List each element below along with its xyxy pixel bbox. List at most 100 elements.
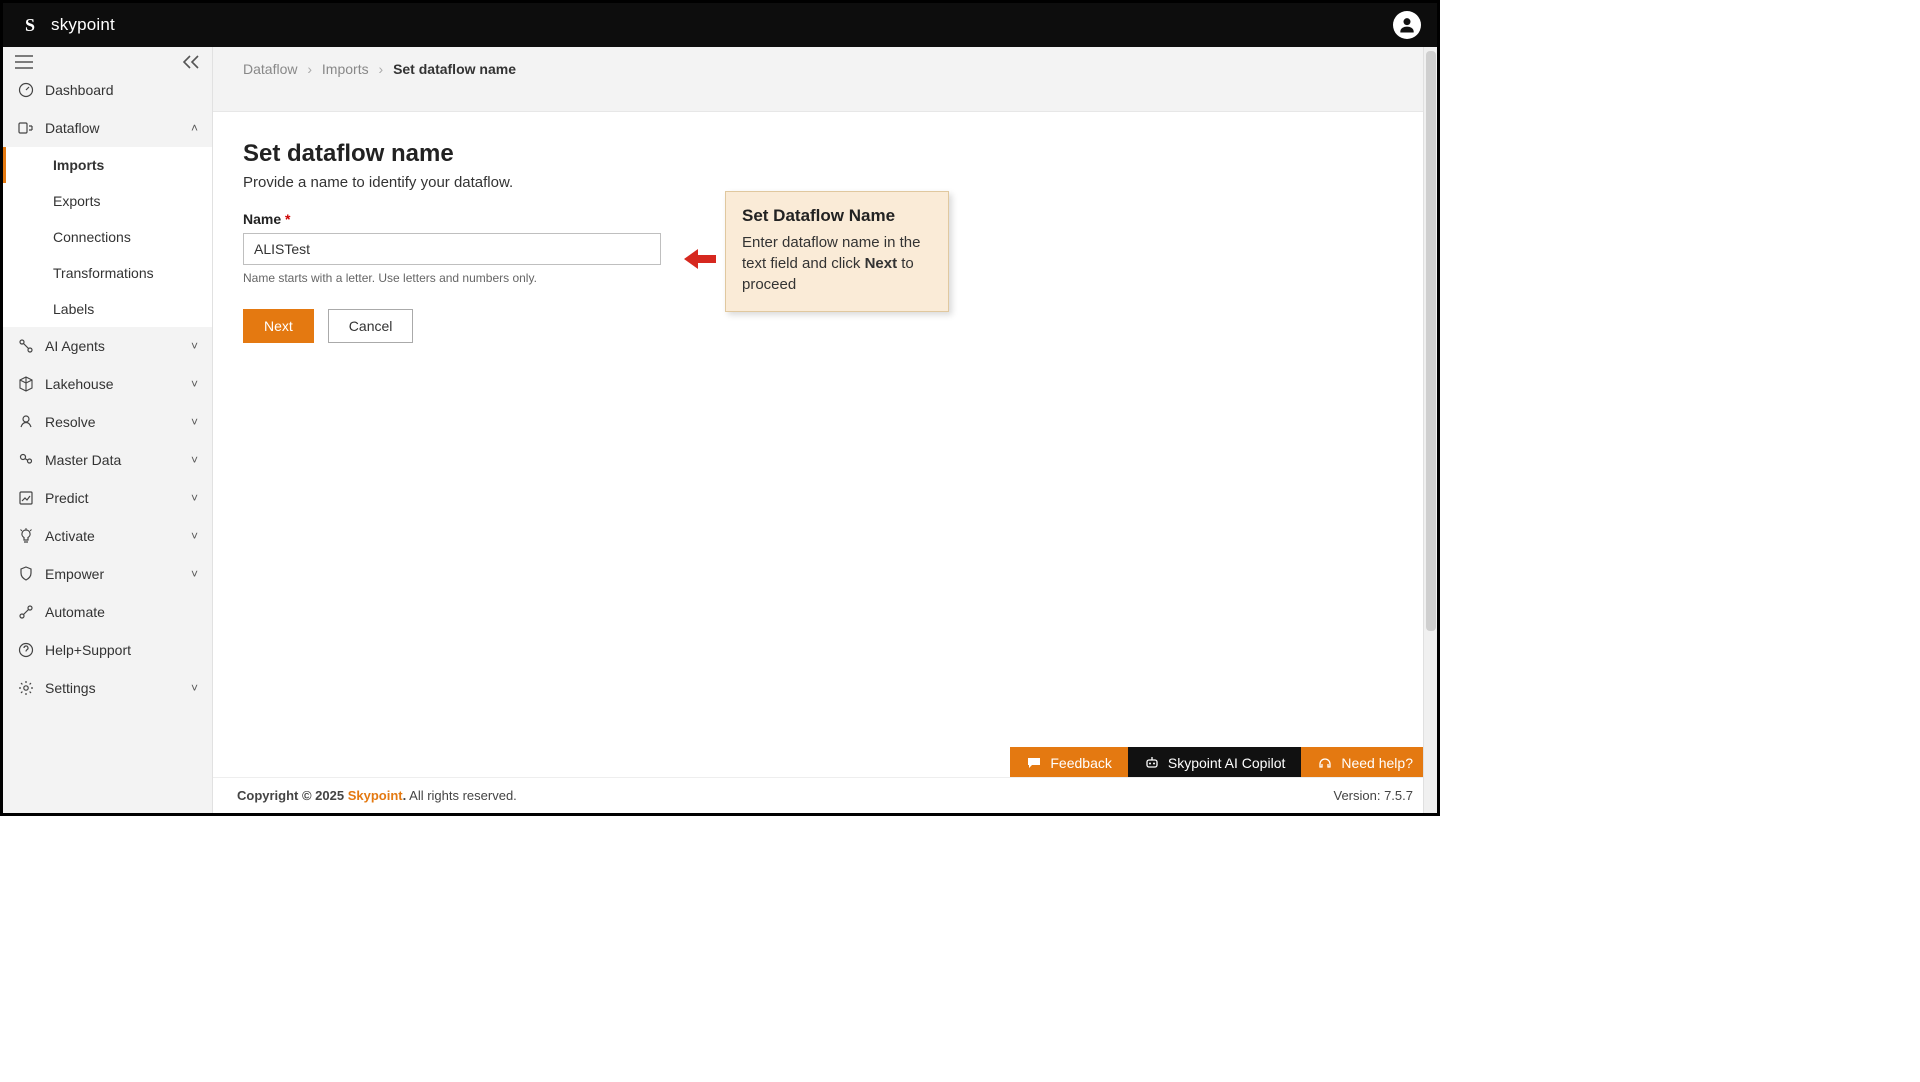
collapse-sidebar-icon[interactable] [182, 55, 200, 69]
breadcrumb: Dataflow › Imports › Set dataflow name [213, 47, 1437, 112]
feedback-label: Feedback [1050, 755, 1111, 771]
breadcrumb-sep: › [379, 61, 384, 77]
field-label-text: Name [243, 211, 281, 227]
master-data-icon [17, 452, 35, 468]
need-help-label: Need help? [1341, 755, 1413, 771]
dataflow-name-input[interactable] [243, 233, 661, 265]
bot-icon [1144, 755, 1160, 771]
chevron-up-icon: ˄ [191, 121, 198, 135]
lightbulb-icon [17, 528, 35, 544]
hamburger-icon[interactable] [15, 55, 33, 69]
sidebar-item-predict[interactable]: Predict ˅ [3, 479, 212, 517]
gauge-icon [17, 82, 35, 98]
footer: Copyright © 2025 Skypoint. All rights re… [213, 777, 1437, 813]
page-subtitle: Provide a name to identify your dataflow… [243, 174, 1407, 191]
next-button[interactable]: Next [243, 309, 314, 343]
chevron-down-icon: ˅ [191, 339, 198, 353]
sidebar-item-activate[interactable]: Activate ˅ [3, 517, 212, 555]
copyright: Copyright © 2025 Skypoint. All rights re… [237, 788, 517, 803]
sidebar-item-resolve[interactable]: Resolve ˅ [3, 403, 212, 441]
sidebar-label: Dataflow [45, 120, 181, 136]
breadcrumb-sep: › [307, 61, 312, 77]
predict-icon [17, 490, 35, 506]
sidebar-label: Activate [45, 528, 181, 544]
chevron-down-icon: ˅ [191, 453, 198, 467]
chevron-down-icon: ˅ [191, 567, 198, 581]
user-icon [1397, 15, 1417, 35]
sidebar-label: AI Agents [45, 338, 181, 354]
sidebar-label: Automate [45, 604, 198, 620]
version-label: Version: [1333, 788, 1384, 803]
sidebar-label: Help+Support [45, 642, 198, 658]
breadcrumb-link-imports[interactable]: Imports [322, 61, 369, 77]
need-help-tab[interactable]: Need help? [1301, 747, 1429, 779]
copilot-label: Skypoint AI Copilot [1168, 755, 1286, 771]
sidebar-label: Settings [45, 680, 181, 696]
brand-name: skypoint [51, 15, 115, 35]
sidebar-subitem-exports[interactable]: Exports [3, 183, 212, 219]
sidebar-item-automate[interactable]: Automate [3, 593, 212, 631]
shield-icon [17, 566, 35, 582]
callout-box: Set Dataflow Name Enter dataflow name in… [725, 191, 949, 312]
sidebar-label: Lakehouse [45, 376, 181, 392]
cube-icon [17, 376, 35, 392]
sidebar-label: Resolve [45, 414, 181, 430]
sidebar-item-master-data[interactable]: Master Data ˅ [3, 441, 212, 479]
brand[interactable]: S skypoint [19, 14, 115, 36]
dataflow-icon [17, 120, 35, 136]
main: Dataflow › Imports › Set dataflow name S… [213, 47, 1437, 813]
sidebar: Dashboard Dataflow ˄ Imports Exports Con… [3, 47, 213, 813]
chevron-down-icon: ˅ [191, 681, 198, 695]
chevron-down-icon: ˅ [191, 377, 198, 391]
button-row: Next Cancel [243, 309, 1407, 343]
scrollbar-thumb[interactable] [1426, 51, 1436, 631]
sidebar-subitem-labels[interactable]: Labels [3, 291, 212, 327]
resolve-icon [17, 414, 35, 430]
topbar: S skypoint [3, 3, 1437, 47]
dataflow-subitems: Imports Exports Connections Transformati… [3, 147, 212, 327]
callout-text: Enter dataflow name in the text field an… [742, 232, 932, 295]
footer-brand-link[interactable]: Skypoint [348, 788, 403, 803]
avatar[interactable] [1393, 11, 1421, 39]
version: Version: 7.5.7 [1333, 788, 1413, 803]
chevron-down-icon: ˅ [191, 415, 198, 429]
help-tabs: Feedback Skypoint AI Copilot Need help? [1010, 747, 1429, 779]
sidebar-top [3, 47, 212, 71]
sidebar-label: Master Data [45, 452, 181, 468]
automate-icon [17, 604, 35, 620]
callout-text-bold: Next [865, 255, 898, 272]
breadcrumb-link-dataflow[interactable]: Dataflow [243, 61, 297, 77]
sidebar-subitem-transformations[interactable]: Transformations [3, 255, 212, 291]
sidebar-item-dataflow[interactable]: Dataflow ˄ [3, 109, 212, 147]
sidebar-item-lakehouse[interactable]: Lakehouse ˅ [3, 365, 212, 403]
page-title: Set dataflow name [243, 140, 1407, 168]
feedback-tab[interactable]: Feedback [1010, 747, 1127, 779]
copilot-tab[interactable]: Skypoint AI Copilot [1128, 747, 1302, 779]
sidebar-label: Dashboard [45, 82, 198, 98]
required-asterisk: * [285, 211, 290, 227]
breadcrumb-current: Set dataflow name [393, 61, 516, 77]
scrollbar[interactable] [1423, 47, 1437, 813]
sidebar-item-help-support[interactable]: Help+Support [3, 631, 212, 669]
gear-icon [17, 680, 35, 696]
headset-icon [1317, 755, 1333, 771]
help-icon [17, 642, 35, 658]
sidebar-item-ai-agents[interactable]: AI Agents ˅ [3, 327, 212, 365]
callout-arrow-icon [684, 248, 716, 270]
sidebar-label: Empower [45, 566, 181, 582]
cancel-button[interactable]: Cancel [328, 309, 414, 343]
chat-icon [1026, 755, 1042, 771]
copyright-suffix: All rights reserved. [406, 788, 517, 803]
sidebar-item-empower[interactable]: Empower ˅ [3, 555, 212, 593]
sidebar-item-dashboard[interactable]: Dashboard [3, 71, 212, 109]
callout-title: Set Dataflow Name [742, 206, 932, 226]
sidebar-label: Predict [45, 490, 181, 506]
agents-icon [17, 338, 35, 354]
sidebar-subitem-imports[interactable]: Imports [3, 147, 212, 183]
brand-logo-icon: S [19, 14, 41, 36]
sidebar-subitem-connections[interactable]: Connections [3, 219, 212, 255]
copyright-prefix: Copyright © 2025 [237, 788, 348, 803]
sidebar-item-settings[interactable]: Settings ˅ [3, 669, 212, 707]
chevron-down-icon: ˅ [191, 529, 198, 543]
chevron-down-icon: ˅ [191, 491, 198, 505]
